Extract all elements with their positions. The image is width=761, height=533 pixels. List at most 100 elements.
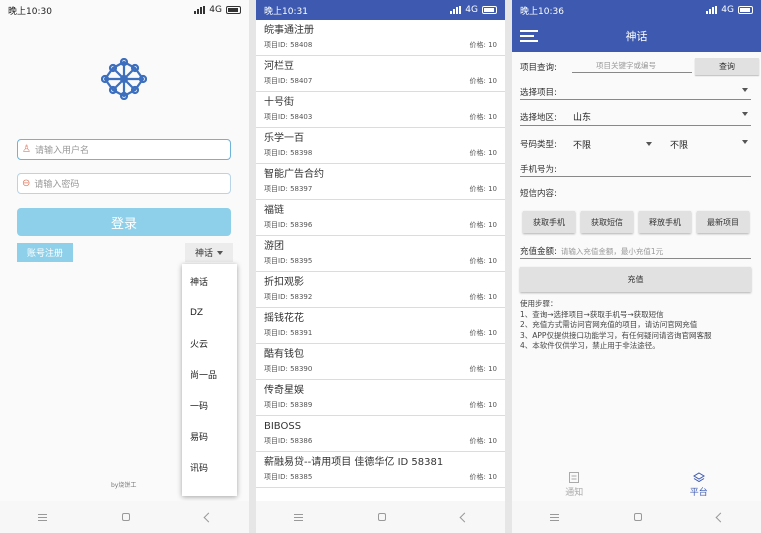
platform-option[interactable]: 火云	[182, 328, 237, 359]
login-button[interactable]: 登录	[17, 208, 231, 236]
home-icon[interactable]	[121, 513, 130, 521]
select-region-row[interactable]: 选择地区: 山东	[520, 108, 751, 126]
project-row[interactable]: 薪融易贷--请用项目 佳德华亿 ID 58381 项目ID: 58385 价格: 1…	[256, 452, 505, 488]
notice-icon	[569, 471, 580, 483]
project-price: 价格: 10	[469, 147, 497, 159]
platform-dropdown: 神话 DZ 火云 尚一品 一码 易码 讯码 ...	[182, 264, 237, 496]
project-id-label: 项目ID:	[264, 365, 288, 373]
recharge-button[interactable]: 充值	[520, 267, 751, 292]
home-icon[interactable]	[377, 513, 386, 521]
back-icon[interactable]	[203, 512, 213, 522]
project-row[interactable]: 传奇星娱 项目ID: 58389 价格: 10	[256, 380, 505, 416]
project-row[interactable]: 折扣观影 项目ID: 58392 价格: 10	[256, 272, 505, 308]
release-phone-button[interactable]: 释放手机	[639, 211, 691, 233]
project-price-label: 价格:	[469, 401, 486, 409]
signal-icon	[194, 6, 206, 14]
tab-notify[interactable]: 通知	[512, 468, 637, 501]
project-row[interactable]: 河栏豆 项目ID: 58407 价格: 10	[256, 56, 505, 92]
divider	[505, 0, 512, 533]
signal-icon	[450, 6, 462, 14]
query-input[interactable]: 项目关键字或编号	[572, 60, 692, 73]
platform-option[interactable]: 尚一品	[182, 359, 237, 390]
byline: by烧饼工	[111, 482, 137, 489]
platform-option[interactable]: ...	[182, 483, 237, 497]
project-price-label: 价格:	[469, 293, 486, 301]
app-logo	[101, 58, 147, 100]
platform-option[interactable]: 讯码	[182, 452, 237, 483]
project-row[interactable]: 福链 项目ID: 58396 价格: 10	[256, 200, 505, 236]
tab-platform[interactable]: 平台	[637, 468, 761, 501]
chevron-down-icon	[742, 112, 748, 116]
project-id-value: 58403	[290, 113, 313, 121]
password-field[interactable]: ⊖ 请输入密码	[17, 173, 231, 194]
project-row[interactable]: 皖事通注册 项目ID: 58408 价格: 10	[256, 20, 505, 56]
project-id: 项目ID: 58385	[264, 471, 312, 483]
divider	[249, 0, 256, 533]
project-price: 价格: 10	[469, 327, 497, 339]
project-name: 薪融易贷--请用项目 佳德华亿 ID 58381	[264, 457, 444, 468]
status-time: 晚上10:30	[8, 6, 52, 17]
project-id: 项目ID: 58395	[264, 255, 312, 267]
project-row[interactable]: 智能广告合约 项目ID: 58397 价格: 10	[256, 164, 505, 200]
select-project-row[interactable]: 选择项目:	[520, 84, 751, 100]
username-field[interactable]: ♙ 请输入用户名	[17, 139, 231, 160]
project-meta: 项目ID: 58385 价格: 10	[264, 471, 497, 483]
back-icon[interactable]	[459, 512, 469, 522]
platform-option[interactable]: 神话	[182, 266, 237, 297]
select-project-label: 选择项目:	[520, 87, 557, 98]
project-price: 价格: 10	[469, 435, 497, 447]
project-name: 皖事通注册	[264, 25, 314, 36]
project-id: 项目ID: 58392	[264, 291, 312, 303]
query-row: 项目查询: 项目关键字或编号 查询	[520, 58, 759, 75]
project-name: 酷有钱包	[264, 349, 304, 360]
number-type-row: 号码类型: 不限 不限	[520, 136, 751, 152]
project-id-value: 58397	[290, 185, 313, 193]
platform-select[interactable]: 神话	[185, 243, 233, 262]
hamburger-menu-icon[interactable]	[520, 30, 538, 42]
project-price: 价格: 10	[469, 363, 497, 375]
status-time: 晚上10:31	[264, 6, 308, 17]
project-row[interactable]: 摇钱花花 项目ID: 58391 价格: 10	[256, 308, 505, 344]
project-row[interactable]: 酷有钱包 项目ID: 58390 价格: 10	[256, 344, 505, 380]
home-icon[interactable]	[633, 513, 642, 521]
project-row[interactable]: 十号街 项目ID: 58403 价格: 10	[256, 92, 505, 128]
project-name: 福链	[264, 205, 284, 216]
project-price: 价格: 10	[469, 39, 497, 51]
menu-icon[interactable]	[37, 513, 47, 521]
project-name: 十号街	[264, 97, 294, 108]
sms-label: 短信内容:	[520, 189, 557, 199]
latest-projects-button[interactable]: 最新项目	[697, 211, 749, 233]
number-type-select-2[interactable]: 不限	[670, 138, 688, 151]
project-id-value: 58395	[290, 257, 313, 265]
project-id-value: 58385	[290, 473, 313, 481]
network-type: 4G	[209, 5, 222, 15]
query-label: 项目查询:	[520, 63, 557, 73]
get-phone-button[interactable]: 获取手机	[523, 211, 575, 233]
menu-icon[interactable]	[549, 513, 559, 521]
project-id: 项目ID: 58397	[264, 183, 312, 195]
project-id-value: 58389	[290, 401, 313, 409]
project-price-value: 10	[488, 329, 497, 337]
platform-option[interactable]: 一码	[182, 390, 237, 421]
project-price-value: 10	[488, 113, 497, 121]
project-id-label: 项目ID:	[264, 77, 288, 85]
back-icon[interactable]	[715, 512, 725, 522]
project-row[interactable]: 游团 项目ID: 58395 价格: 10	[256, 236, 505, 272]
query-button[interactable]: 查询	[695, 58, 759, 75]
recharge-input[interactable]: 请输入充值金额，最小充值1元	[561, 246, 663, 257]
number-type-select-1[interactable]: 不限	[573, 138, 591, 151]
get-sms-button[interactable]: 获取短信	[581, 211, 633, 233]
project-row[interactable]: BIBOSS 项目ID: 58386 价格: 10	[256, 416, 505, 452]
project-id-label: 项目ID:	[264, 221, 288, 229]
project-price-value: 10	[488, 257, 497, 265]
platform-option[interactable]: DZ	[182, 297, 237, 328]
project-row[interactable]: 乐学一百 项目ID: 58398 价格: 10	[256, 128, 505, 164]
project-price-label: 价格:	[469, 329, 486, 337]
register-button[interactable]: 账号注册	[17, 243, 73, 262]
network-type: 4G	[465, 5, 478, 15]
menu-icon[interactable]	[293, 513, 303, 521]
project-id: 项目ID: 58389	[264, 399, 312, 411]
project-name: 河栏豆	[264, 61, 294, 72]
project-id-label: 项目ID:	[264, 401, 288, 409]
platform-option[interactable]: 易码	[182, 421, 237, 452]
